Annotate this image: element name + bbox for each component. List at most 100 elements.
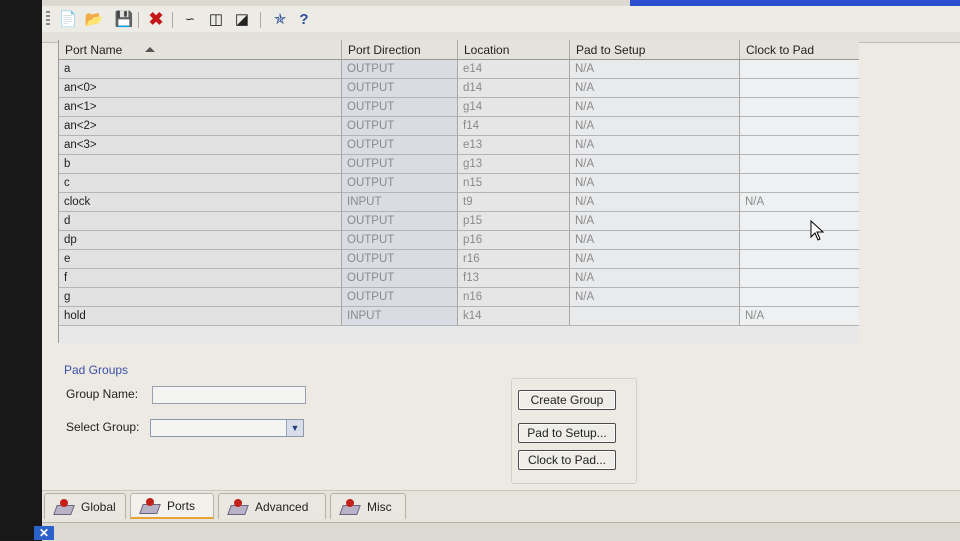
save-icon[interactable]: 💾 (114, 10, 134, 28)
cell-pad-to-setup[interactable]: N/A (570, 193, 740, 212)
chevron-down-icon[interactable]: ▼ (286, 420, 303, 436)
cell-port-direction[interactable]: INPUT (342, 193, 458, 212)
cell-port-name[interactable]: b (59, 155, 342, 174)
cell-clock-to-pad[interactable] (740, 79, 859, 98)
cell-clock-to-pad[interactable] (740, 136, 859, 155)
cell-port-name[interactable]: hold (59, 307, 342, 326)
cell-pad-to-setup[interactable]: N/A (570, 155, 740, 174)
cell-clock-to-pad[interactable] (740, 212, 859, 231)
cell-port-direction[interactable]: OUTPUT (342, 117, 458, 136)
cell-pad-to-setup[interactable]: N/A (570, 60, 740, 79)
cell-pad-to-setup[interactable]: N/A (570, 174, 740, 193)
cell-clock-to-pad[interactable] (740, 117, 859, 136)
create-group-button[interactable]: Create Group (518, 390, 616, 410)
monitor-bezel (0, 0, 42, 540)
cell-pad-to-setup[interactable]: N/A (570, 288, 740, 307)
cell-location[interactable]: f14 (458, 117, 570, 136)
add-port-icon[interactable]: ◫ (206, 10, 226, 28)
cell-port-direction[interactable]: INPUT (342, 307, 458, 326)
cell-pad-to-setup[interactable]: N/A (570, 231, 740, 250)
cell-clock-to-pad[interactable] (740, 231, 859, 250)
pad-to-setup-button[interactable]: Pad to Setup... (518, 423, 616, 443)
cell-location[interactable]: t9 (458, 193, 570, 212)
cell-pad-to-setup[interactable]: N/A (570, 250, 740, 269)
column-header-clock-to-pad[interactable]: Clock to Pad (740, 40, 859, 60)
cell-clock-to-pad[interactable] (740, 155, 859, 174)
cell-port-direction[interactable]: OUTPUT (342, 155, 458, 174)
cell-port-name[interactable]: a (59, 60, 342, 79)
cell-port-direction[interactable]: OUTPUT (342, 212, 458, 231)
close-icon[interactable]: ✕ (34, 526, 54, 540)
column-header-port-direction[interactable]: Port Direction (342, 40, 458, 60)
cell-clock-to-pad[interactable] (740, 250, 859, 269)
group-name-input[interactable] (152, 386, 306, 404)
cell-port-direction[interactable]: OUTPUT (342, 98, 458, 117)
tab-ports[interactable]: Ports (130, 493, 214, 519)
cell-clock-to-pad[interactable] (740, 174, 859, 193)
column-header-location[interactable]: Location (458, 40, 570, 60)
cell-port-name[interactable]: clock (59, 193, 342, 212)
cell-location[interactable]: p16 (458, 231, 570, 250)
new-file-icon[interactable]: 📄 (58, 10, 78, 28)
cell-port-name[interactable]: an<0> (59, 79, 342, 98)
cell-location[interactable]: n15 (458, 174, 570, 193)
cell-port-name[interactable]: f (59, 269, 342, 288)
delete-icon[interactable]: ✖ (146, 10, 166, 28)
cell-port-name[interactable]: d (59, 212, 342, 231)
cell-port-name[interactable]: e (59, 250, 342, 269)
tab-advanced[interactable]: Advanced (218, 493, 326, 519)
cell-clock-to-pad[interactable] (740, 288, 859, 307)
tab-misc[interactable]: Misc (330, 493, 406, 519)
cell-port-direction[interactable]: OUTPUT (342, 60, 458, 79)
clock-to-pad-button[interactable]: Clock to Pad... (518, 450, 616, 470)
context-help-icon[interactable]: ? (294, 10, 314, 28)
remove-port-icon[interactable]: ◪ (232, 10, 252, 28)
cell-port-direction[interactable]: OUTPUT (342, 250, 458, 269)
cell-port-direction[interactable]: OUTPUT (342, 231, 458, 250)
cell-clock-to-pad[interactable] (740, 60, 859, 79)
open-folder-icon[interactable]: 📂 (84, 10, 104, 28)
cell-port-name[interactable]: g (59, 288, 342, 307)
cell-port-name[interactable]: dp (59, 231, 342, 250)
cell-pad-to-setup[interactable]: N/A (570, 212, 740, 231)
tool-icon[interactable]: ✯ (270, 10, 290, 28)
cell-location[interactable]: n16 (458, 288, 570, 307)
select-group-dropdown[interactable]: ▼ (150, 419, 304, 437)
cell-location[interactable]: g14 (458, 98, 570, 117)
cell-port-name[interactable]: c (59, 174, 342, 193)
column-header-pad-to-setup[interactable]: Pad to Setup (570, 40, 740, 60)
cell-port-direction[interactable]: OUTPUT (342, 136, 458, 155)
cell-port-direction[interactable]: OUTPUT (342, 269, 458, 288)
ports-table[interactable]: Port Name Port Direction Location Pad to Se… (58, 40, 859, 343)
tab-global[interactable]: Global (44, 493, 126, 519)
cell-pad-to-setup[interactable] (570, 307, 740, 326)
cell-pad-to-setup[interactable]: N/A (570, 79, 740, 98)
cell-location[interactable]: f13 (458, 269, 570, 288)
cell-pad-to-setup[interactable]: N/A (570, 269, 740, 288)
cell-clock-to-pad[interactable] (740, 269, 859, 288)
cell-port-name[interactable]: an<1> (59, 98, 342, 117)
cell-clock-to-pad[interactable]: N/A (740, 307, 859, 326)
cell-location[interactable]: e14 (458, 60, 570, 79)
mouse-cursor-icon (810, 220, 825, 241)
cell-clock-to-pad[interactable] (740, 98, 859, 117)
toolbar: 📄 📂 💾 ✖ ∽ ◫ ◪ ✯ ? (42, 6, 960, 33)
cell-port-direction[interactable]: OUTPUT (342, 288, 458, 307)
cell-port-direction[interactable]: OUTPUT (342, 174, 458, 193)
cell-location[interactable]: r16 (458, 250, 570, 269)
cell-pad-to-setup[interactable]: N/A (570, 98, 740, 117)
cell-port-name[interactable]: an<2> (59, 117, 342, 136)
cell-location[interactable]: g13 (458, 155, 570, 174)
cell-location[interactable]: k14 (458, 307, 570, 326)
cell-location[interactable]: p15 (458, 212, 570, 231)
waveform-icon[interactable]: ∽ (180, 10, 200, 28)
cell-location[interactable]: d14 (458, 79, 570, 98)
cell-clock-to-pad[interactable]: N/A (740, 193, 859, 212)
cell-pad-to-setup[interactable]: N/A (570, 136, 740, 155)
column-header-port-name[interactable]: Port Name (59, 40, 342, 60)
cell-port-direction[interactable]: OUTPUT (342, 79, 458, 98)
cell-pad-to-setup[interactable]: N/A (570, 117, 740, 136)
toolbar-grip[interactable] (46, 11, 50, 27)
cell-port-name[interactable]: an<3> (59, 136, 342, 155)
cell-location[interactable]: e13 (458, 136, 570, 155)
